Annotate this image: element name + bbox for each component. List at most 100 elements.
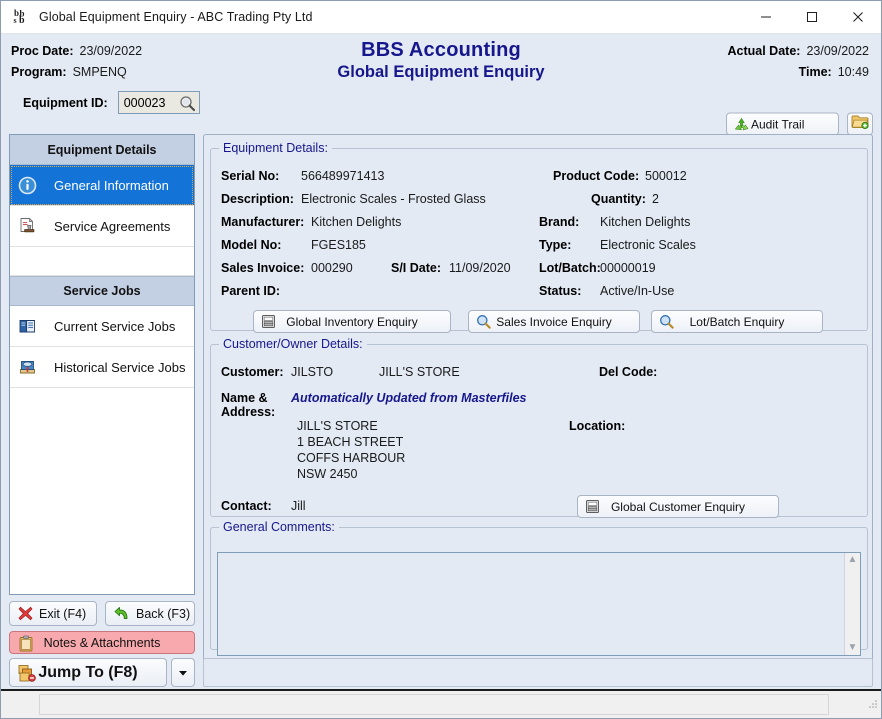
- sidebar-item-label: Historical Service Jobs: [54, 360, 186, 375]
- general-comments-input[interactable]: [218, 553, 844, 655]
- time-row: Time:10:49: [799, 63, 869, 81]
- maximize-button[interactable]: [789, 1, 835, 34]
- manufacturer-value: Kitchen Delights: [311, 215, 401, 229]
- product-code-value: 500012: [645, 169, 687, 183]
- customer-owner-details-group: Customer/Owner Details: Customer: JILSTO…: [210, 337, 868, 517]
- chevron-up-icon[interactable]: ▲: [848, 553, 858, 567]
- jump-to-dropdown-button[interactable]: [171, 658, 195, 687]
- back-button[interactable]: Back (F3): [105, 601, 195, 626]
- jump-windows-icon: [18, 664, 36, 685]
- document-stamp-icon: [18, 217, 44, 236]
- window-title: Global Equipment Enquiry - ABC Trading P…: [39, 10, 313, 24]
- equipment-id-row: Equipment ID: 000023: [23, 91, 200, 114]
- del-code-label: Del Code:: [599, 365, 657, 379]
- type-label: Type:: [539, 238, 571, 252]
- address-line-2: 1 BEACH STREET: [297, 435, 403, 449]
- si-date-value: 11/09/2020: [449, 261, 511, 275]
- global-customer-enquiry-button[interactable]: Global Customer Enquiry: [577, 495, 779, 518]
- actual-date-label: Actual Date:: [728, 44, 801, 58]
- open-book-icon: [18, 317, 44, 336]
- description-value: Electronic Scales - Frosted Glass: [301, 192, 486, 206]
- general-comments-box[interactable]: ▲ ▼: [217, 552, 861, 656]
- sidebar: Equipment Details General Information: [9, 134, 195, 595]
- enquiry-button-label: Global Inventory Enquiry: [286, 315, 417, 329]
- status-message: [39, 694, 829, 715]
- time-label: Time:: [799, 65, 832, 79]
- enquiry-button-label: Lot/Batch Enquiry: [690, 315, 785, 329]
- chevron-down-icon[interactable]: ▼: [848, 641, 858, 655]
- lot-batch-enquiry-button[interactable]: Lot/Batch Enquiry: [651, 310, 823, 333]
- general-comments-group: General Comments: ▲ ▼: [210, 520, 868, 650]
- resize-grip-icon[interactable]: [866, 696, 878, 714]
- audit-trail-button[interactable]: Audit Trail: [726, 113, 839, 136]
- actual-date-value: 23/09/2022: [806, 44, 869, 58]
- back-button-label: Back (F3): [136, 607, 190, 621]
- brand-label: Brand:: [539, 215, 579, 229]
- contact-label: Contact:: [221, 499, 272, 513]
- minimize-button[interactable]: [743, 1, 789, 34]
- svg-text:s: s: [14, 16, 17, 25]
- sidebar-item-label: Current Service Jobs: [54, 319, 175, 334]
- application-window: b b s b Global Equipment Enquiry - ABC T…: [0, 0, 882, 719]
- chevron-down-icon: [178, 666, 188, 680]
- sidebar-item-current-service-jobs[interactable]: Current Service Jobs: [10, 306, 194, 347]
- name-address-label-line1: Name &: [221, 391, 268, 405]
- name-address-label-line2: Address:: [221, 405, 275, 419]
- status-label: Status:: [539, 284, 581, 298]
- program-row: Program:SMPENQ: [11, 63, 127, 81]
- status-value: Active/In-Use: [600, 284, 674, 298]
- clipboard-icon: [18, 635, 34, 655]
- jump-to-button[interactable]: Jump To (F8): [9, 658, 167, 687]
- general-comments-legend: General Comments:: [219, 520, 339, 534]
- close-button[interactable]: [835, 1, 881, 34]
- enquiry-button-label: Sales Invoice Enquiry: [496, 315, 611, 329]
- customer-card-icon: [585, 499, 600, 517]
- inventory-icon: [261, 314, 276, 332]
- jump-to-button-label: Jump To (F8): [38, 664, 137, 682]
- exit-button-label: Exit (F4): [39, 607, 86, 621]
- equipment-id-input[interactable]: 000023: [118, 91, 200, 114]
- header-band: Proc Date:23/09/2022 Program:SMPENQ BBS …: [1, 34, 881, 122]
- customer-enquiry-label: Global Customer Enquiry: [611, 500, 745, 514]
- sidebar-group-equipment-details: Equipment Details: [10, 135, 194, 165]
- parent-id-label: Parent ID:: [221, 284, 280, 298]
- sidebar-group-service-jobs: Service Jobs: [10, 276, 194, 306]
- sidebar-item-label: Service Agreements: [54, 219, 170, 234]
- svg-text:b: b: [19, 15, 25, 26]
- address-line-4: NSW 2450: [297, 467, 357, 481]
- folder-add-button[interactable]: [847, 113, 873, 136]
- archive-book-icon: [18, 358, 44, 377]
- equipment-id-value: 000023: [119, 96, 166, 110]
- sidebar-item-historical-service-jobs[interactable]: Historical Service Jobs: [10, 347, 194, 388]
- notes-button-label: Notes & Attachments: [44, 636, 161, 650]
- address-line-1: JILL'S STORE: [297, 419, 378, 433]
- brand-title-line2: Global Equipment Enquiry: [1, 62, 881, 82]
- location-label: Location:: [569, 419, 625, 433]
- proc-date-value: 23/09/2022: [80, 44, 143, 58]
- customer-details-legend: Customer/Owner Details:: [219, 337, 367, 351]
- red-cross-icon: [18, 606, 33, 621]
- magnifier-icon: [659, 314, 674, 332]
- magnifier-icon: [476, 314, 491, 332]
- sidebar-item-service-agreements[interactable]: Service Agreements: [10, 206, 194, 247]
- comments-scrollbar[interactable]: ▲ ▼: [844, 553, 860, 655]
- description-label: Description:: [221, 192, 294, 206]
- equipment-details-legend: Equipment Details:: [219, 141, 332, 155]
- info-circle-icon: [18, 176, 44, 195]
- exit-button[interactable]: Exit (F4): [9, 601, 97, 626]
- manufacturer-label: Manufacturer:: [221, 215, 304, 229]
- magnifier-icon[interactable]: [179, 95, 196, 117]
- address-line-3: COFFS HARBOUR: [297, 451, 405, 465]
- bbs-logo-icon: b b s b: [11, 7, 31, 27]
- sales-invoice-enquiry-button[interactable]: Sales Invoice Enquiry: [468, 310, 640, 333]
- model-no-label: Model No:: [221, 238, 281, 252]
- status-bar: [1, 689, 881, 718]
- equipment-id-label: Equipment ID:: [23, 96, 108, 110]
- customer-name: JILL'S STORE: [379, 365, 460, 379]
- sidebar-item-general-information[interactable]: General Information: [10, 165, 194, 206]
- window-controls: [743, 1, 881, 34]
- global-inventory-enquiry-button[interactable]: Global Inventory Enquiry: [253, 310, 451, 333]
- notes-and-attachments-button[interactable]: Notes & Attachments: [9, 631, 195, 654]
- quantity-value: 2: [652, 192, 659, 206]
- serial-no-label: Serial No:: [221, 169, 279, 183]
